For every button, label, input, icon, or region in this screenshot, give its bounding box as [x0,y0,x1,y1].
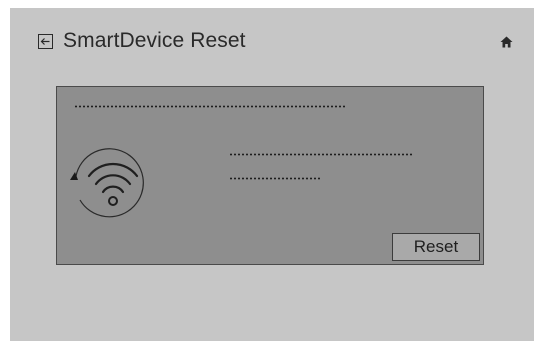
placeholder-dots-heading [74,105,346,108]
reset-panel: Reset [56,86,484,265]
back-arrow-icon[interactable] [38,34,53,49]
device-screen: SmartDevice Reset Reset [10,8,534,341]
page-title: SmartDevice Reset [63,29,246,52]
reset-button[interactable]: Reset [392,233,480,261]
placeholder-dots-line-1 [229,153,413,156]
header-bar: SmartDevice Reset [10,8,534,68]
placeholder-dots-line-2 [229,177,321,180]
wifi-reset-icon [70,148,144,218]
home-icon[interactable] [500,36,513,48]
